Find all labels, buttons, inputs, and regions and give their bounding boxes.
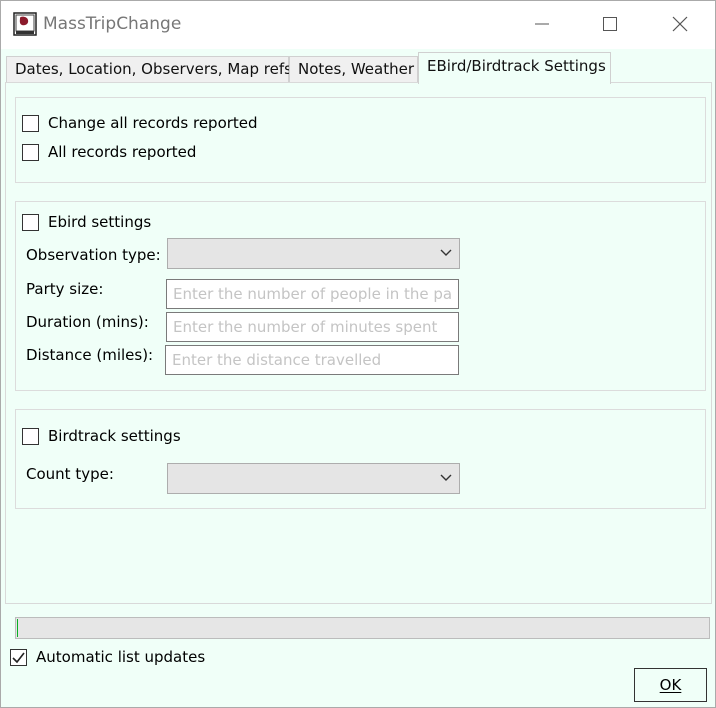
maximize-button[interactable] [587,1,633,47]
ebird-group: Ebird settings Observation type: Party s… [15,201,706,391]
tab-notes-weather[interactable]: Notes, Weather [289,56,418,83]
party-size-input[interactable] [166,279,459,309]
minimize-icon [535,23,549,25]
automatic-list-updates-label: Automatic list updates [36,648,206,666]
observation-type-select[interactable] [167,238,460,269]
distance-input[interactable] [165,345,459,375]
all-records-reported-option[interactable]: All records reported [22,143,196,161]
progress-fill [17,619,19,637]
mass-trip-change-window: MassTripChange Dates, Location, Observer… [0,0,716,708]
birdtrack-settings-checkbox[interactable] [22,427,39,445]
observation-type-label: Observation type: [26,246,161,264]
party-size-label: Party size: [26,280,104,298]
maximize-icon [603,17,617,31]
duration-label: Duration (mins): [26,313,149,331]
ebird-settings-label: Ebird settings [48,213,152,231]
book-icon [13,12,37,36]
chevron-down-icon [439,246,453,264]
automatic-list-updates-checkbox[interactable] [10,648,27,666]
checkmark-icon [12,652,25,663]
all-records-reported-checkbox[interactable] [22,143,39,161]
change-all-records-checkbox[interactable] [22,114,39,132]
minimize-button[interactable] [519,1,565,47]
title-bar: MassTripChange [1,1,715,49]
close-button[interactable] [657,1,703,47]
distance-label: Distance (miles): [26,346,154,364]
ebird-settings-option[interactable]: Ebird settings [22,213,151,231]
duration-input[interactable] [166,312,459,342]
change-all-records-label: Change all records reported [48,114,258,132]
birdtrack-settings-option[interactable]: Birdtrack settings [22,427,181,445]
birdtrack-settings-label: Birdtrack settings [48,427,181,445]
count-type-label: Count type: [26,465,114,483]
chevron-down-icon [439,471,453,489]
all-records-reported-label: All records reported [48,143,197,161]
ok-button-label: OK [659,676,682,694]
tab-ebird-birdtrack[interactable]: EBird/Birdtrack Settings [418,52,611,84]
automatic-list-updates-option[interactable]: Automatic list updates [10,648,205,666]
count-type-select[interactable] [167,463,460,494]
ebird-settings-checkbox[interactable] [22,213,39,231]
tab-dates-location[interactable]: Dates, Location, Observers, Map refs [6,56,292,83]
tab-panel-ebird-birdtrack: Change all records reported All records … [5,82,712,604]
ok-button[interactable]: OK [634,668,707,702]
change-all-records-option[interactable]: Change all records reported [22,114,258,132]
birdtrack-group: Birdtrack settings Count type: [15,409,706,509]
close-icon [672,16,688,32]
window-title: MassTripChange [43,14,182,34]
progress-bar [15,617,710,639]
records-group: Change all records reported All records … [15,97,706,183]
